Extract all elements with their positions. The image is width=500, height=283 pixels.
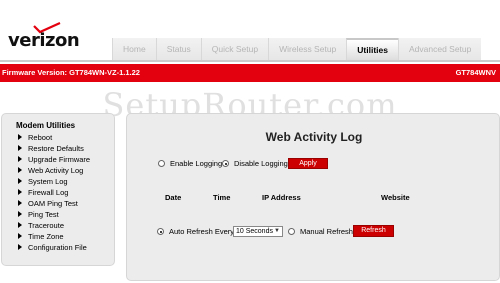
arrow-right-icon bbox=[18, 200, 22, 207]
sidebar-item-web-activity-log[interactable]: Web Activity Log bbox=[18, 165, 90, 176]
sidebar-item-system-log[interactable]: System Log bbox=[18, 176, 90, 187]
sidebar-menu: Reboot Restore Defaults Upgrade Firmware… bbox=[18, 132, 90, 253]
refresh-interval-select[interactable]: 10 Seconds ▼ bbox=[233, 226, 283, 237]
tab-wireless-setup[interactable]: Wireless Setup bbox=[268, 38, 347, 61]
sidebar-item-label: Configuration File bbox=[28, 243, 87, 252]
tab-advanced-setup[interactable]: Advanced Setup bbox=[397, 38, 482, 61]
col-header-date: Date bbox=[165, 193, 182, 202]
refresh-button[interactable]: Refresh bbox=[353, 225, 394, 237]
sidebar-item-upgrade-firmware[interactable]: Upgrade Firmware bbox=[18, 154, 90, 165]
sidebar-item-ping-test[interactable]: Ping Test bbox=[18, 209, 90, 220]
sidebar-item-label: Upgrade Firmware bbox=[28, 155, 91, 164]
page-title: Web Activity Log bbox=[265, 130, 363, 144]
sidebar-item-label: Traceroute bbox=[28, 221, 64, 230]
arrow-right-icon bbox=[18, 211, 22, 218]
tab-utilities[interactable]: Utilities bbox=[346, 38, 398, 61]
tab-home[interactable]: Home bbox=[112, 38, 156, 61]
firmware-version: Firmware Version: GT784WN-VZ-1.1.22 bbox=[2, 68, 140, 77]
firmware-banner: Firmware Version: GT784WN-VZ-1.1.22 GT78… bbox=[0, 64, 500, 82]
sidebar-item-configuration-file[interactable]: Configuration File bbox=[18, 242, 90, 253]
arrow-right-icon bbox=[18, 233, 22, 240]
sidebar-item-label: System Log bbox=[28, 177, 68, 186]
arrow-right-icon bbox=[18, 222, 22, 229]
tab-status[interactable]: Status bbox=[155, 38, 201, 61]
sidebar-item-label: Firewall Log bbox=[28, 188, 69, 197]
arrow-right-icon bbox=[18, 244, 22, 251]
logo-text: verizon bbox=[8, 30, 80, 51]
sidebar-item-reboot[interactable]: Reboot bbox=[18, 132, 90, 143]
sidebar-item-time-zone[interactable]: Time Zone bbox=[18, 231, 90, 242]
manual-refresh-radio[interactable] bbox=[288, 228, 295, 235]
sidebar-title: Modem Utilities bbox=[16, 121, 76, 130]
web-activity-log-panel: Web Activity Log Enable Logging Disable … bbox=[126, 113, 500, 281]
tabbar-divider bbox=[0, 60, 500, 62]
disable-logging-label: Disable Logging bbox=[234, 159, 288, 168]
refresh-interval-value: 10 Seconds bbox=[236, 228, 273, 235]
sidebar-item-firewall-log[interactable]: Firewall Log bbox=[18, 187, 90, 198]
verizon-logo: verizon bbox=[6, 12, 80, 51]
arrow-right-icon bbox=[18, 145, 22, 152]
arrow-right-icon bbox=[18, 189, 22, 196]
enable-logging-radio[interactable] bbox=[158, 160, 165, 167]
sidebar-item-traceroute[interactable]: Traceroute bbox=[18, 220, 90, 231]
enable-logging-label: Enable Logging bbox=[170, 159, 223, 168]
manual-refresh-label: Manual Refresh bbox=[300, 227, 353, 236]
auto-refresh-label: Auto Refresh Every bbox=[169, 227, 235, 236]
arrow-right-icon bbox=[18, 167, 22, 174]
disable-logging-radio[interactable] bbox=[222, 160, 229, 167]
apply-button[interactable]: Apply bbox=[288, 158, 328, 169]
sidebar-item-label: Restore Defaults bbox=[28, 144, 84, 153]
sidebar-item-restore-defaults[interactable]: Restore Defaults bbox=[18, 143, 90, 154]
col-header-ip-address: IP Address bbox=[262, 193, 301, 202]
sidebar-item-label: Time Zone bbox=[28, 232, 64, 241]
sidebar-item-label: Web Activity Log bbox=[28, 166, 84, 175]
col-header-time: Time bbox=[213, 193, 231, 202]
arrow-right-icon bbox=[18, 134, 22, 141]
chevron-down-icon: ▼ bbox=[274, 228, 280, 234]
sidebar-item-oam-ping-test[interactable]: OAM Ping Test bbox=[18, 198, 90, 209]
sidebar-item-label: Reboot bbox=[28, 133, 53, 142]
col-header-website: Website bbox=[381, 193, 410, 202]
model-name: GT784WNV bbox=[455, 68, 496, 77]
arrow-right-icon bbox=[18, 178, 22, 185]
sidebar: Modem Utilities Reboot Restore Defaults … bbox=[1, 113, 115, 266]
arrow-right-icon bbox=[18, 156, 22, 163]
tab-quick-setup[interactable]: Quick Setup bbox=[200, 38, 269, 61]
main-nav-tabs: Home Status Quick Setup Wireless Setup U… bbox=[112, 38, 482, 61]
sidebar-item-label: Ping Test bbox=[28, 210, 59, 219]
auto-refresh-radio[interactable] bbox=[157, 228, 164, 235]
sidebar-item-label: OAM Ping Test bbox=[28, 199, 78, 208]
